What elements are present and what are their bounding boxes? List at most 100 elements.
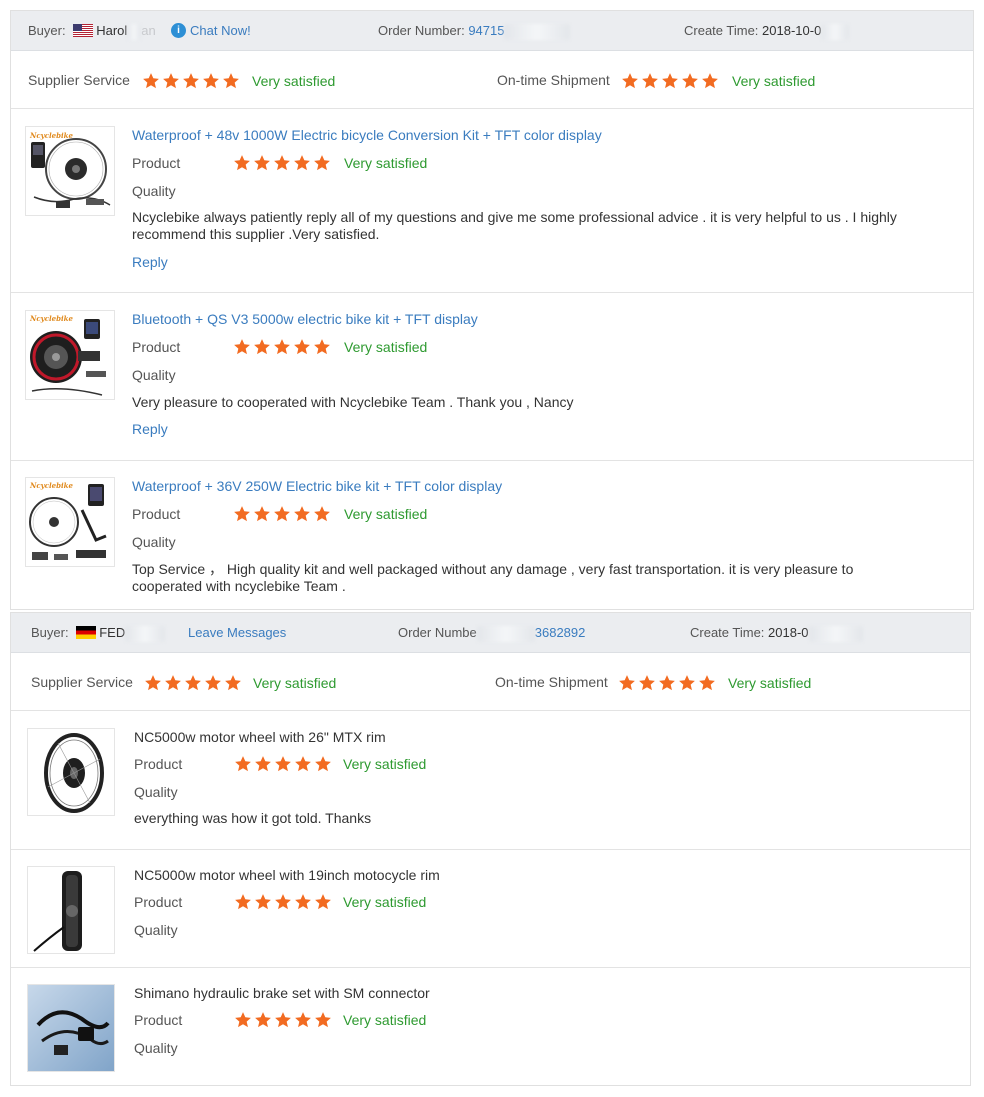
product-thumbnail[interactable]: Ncyclebike <box>25 310 115 400</box>
star-icon <box>659 675 675 691</box>
create-time-label: Create Time: <box>684 23 759 38</box>
product-rating-text: Very satisfied <box>344 155 428 171</box>
buyer-name-tail: an <box>141 23 156 38</box>
order-number-link[interactable]: 94715 <box>468 23 504 38</box>
reply-link[interactable]: Reply <box>132 421 168 437</box>
product-rating-text: Very satisfied <box>343 756 427 772</box>
star-icon <box>622 73 638 89</box>
star-icon <box>642 73 658 89</box>
star-icon <box>255 756 271 772</box>
buyer-name: Harol <box>96 23 128 38</box>
supplier-service-label: Supplier Service <box>28 72 130 88</box>
supplier-service-text: Very satisfied <box>253 675 337 691</box>
product-thumbnail[interactable] <box>27 728 115 816</box>
product-title-link[interactable]: Waterproof + 36V 250W Electric bike kit … <box>132 478 502 494</box>
star-icon <box>223 73 239 89</box>
star-icon <box>295 756 311 772</box>
create-time-value: 2018-0 <box>768 625 809 640</box>
product-title[interactable]: Shimano hydraulic brake set with SM conn… <box>134 985 430 1001</box>
blurred-text <box>476 625 535 642</box>
star-icon <box>682 73 698 89</box>
star-icon <box>255 894 271 910</box>
star-icon <box>225 675 241 691</box>
star-icon <box>254 339 270 355</box>
star-icon <box>315 894 331 910</box>
create-time-info: Create Time: 2018-10-0 <box>684 11 850 51</box>
product-title-link[interactable]: Bluetooth + QS V3 5000w electric bike ki… <box>132 311 478 327</box>
product-title-link[interactable]: Waterproof + 48v 1000W Electric bicycle … <box>132 127 602 143</box>
leave-messages-label: Leave Messages <box>188 625 287 640</box>
review-comment: Top Service ， High quality kit and well … <box>132 561 854 594</box>
star-icon <box>699 675 715 691</box>
create-time-info: Create Time: 2018-0 <box>690 613 863 653</box>
buyer-info: Buyer: FED <box>31 613 166 653</box>
quality-label: Quality <box>132 534 176 550</box>
review-item: NC5000w motor wheel with 19inch motocycl… <box>11 850 970 968</box>
blurred-text <box>821 23 850 40</box>
shipment-text: Very satisfied <box>732 73 816 89</box>
ebike-kit-image: Ncyclebike <box>26 127 114 215</box>
star-icon <box>294 506 310 522</box>
star-icon <box>185 675 201 691</box>
star-icon <box>254 155 270 171</box>
star-icon <box>203 73 219 89</box>
star-icon <box>275 894 291 910</box>
product-stars <box>233 505 331 523</box>
brand-logo-text: Ncyclebike <box>29 131 74 140</box>
blurred-text <box>504 23 571 40</box>
star-icon <box>295 1012 311 1028</box>
product-title[interactable]: NC5000w motor wheel with 19inch motocycl… <box>134 867 440 883</box>
chat-now-link[interactable]: i Chat Now! <box>171 11 251 51</box>
quality-label: Quality <box>134 1040 178 1056</box>
star-icon <box>235 1012 251 1028</box>
motor-wheel-image <box>28 729 114 815</box>
star-icon <box>619 675 635 691</box>
star-icon <box>234 339 250 355</box>
product-label: Product <box>134 894 183 910</box>
create-time-value: 2018-10-0 <box>762 23 822 38</box>
ebike-kit-image: Ncyclebike <box>26 311 114 399</box>
product-label: Product <box>132 339 181 355</box>
star-icon <box>145 675 161 691</box>
star-icon <box>234 506 250 522</box>
order-number-label: Order Numbe <box>398 625 477 640</box>
star-icon <box>294 155 310 171</box>
review-item: Ncyclebike Bluetooth + QS V3 5000w elect… <box>11 294 973 461</box>
order-number-info: Order Number: 94715 <box>378 11 571 51</box>
shipment-label: On-time Shipment <box>497 72 610 88</box>
shipment-stars <box>618 674 716 692</box>
star-icon <box>234 155 250 171</box>
review-item: Ncyclebike Waterproof + 48v 1000W Electr… <box>11 110 973 293</box>
review-item: Shimano hydraulic brake set with SM conn… <box>11 968 970 1086</box>
product-thumbnail[interactable]: Ncyclebike <box>25 477 115 567</box>
product-stars <box>234 755 332 773</box>
review-comment: Very pleasure to cooperated with Ncycleb… <box>132 394 574 410</box>
product-stars <box>234 1011 332 1029</box>
order-number-link[interactable]: 3682892 <box>535 625 586 640</box>
star-icon <box>639 675 655 691</box>
product-stars <box>233 154 331 172</box>
buyer-name: FED <box>99 625 126 640</box>
product-thumbnail[interactable]: Ncyclebike <box>25 126 115 216</box>
star-icon <box>255 1012 271 1028</box>
blurred-text <box>808 625 863 642</box>
star-icon <box>235 756 251 772</box>
reply-link[interactable]: Reply <box>132 254 168 270</box>
star-icon <box>165 675 181 691</box>
supplier-service-stars <box>144 674 242 692</box>
brand-logo-text: Ncyclebike <box>29 481 74 490</box>
quality-label: Quality <box>132 367 176 383</box>
star-icon <box>294 339 310 355</box>
chat-now-label: Chat Now! <box>190 23 251 38</box>
product-title[interactable]: NC5000w motor wheel with 26" MTX rim <box>134 729 386 745</box>
blurred-text <box>125 625 166 642</box>
order-rating-row: Supplier Service Very satisfied On-time … <box>11 653 970 711</box>
quality-label: Quality <box>134 784 178 800</box>
buyer-info: Buyer: Harol an <box>28 11 156 51</box>
leave-messages-link[interactable]: Leave Messages <box>188 613 286 653</box>
supplier-service-stars <box>142 72 240 90</box>
product-label: Product <box>132 506 181 522</box>
star-icon <box>143 73 159 89</box>
product-thumbnail[interactable] <box>27 866 115 954</box>
product-thumbnail[interactable] <box>27 984 115 1072</box>
